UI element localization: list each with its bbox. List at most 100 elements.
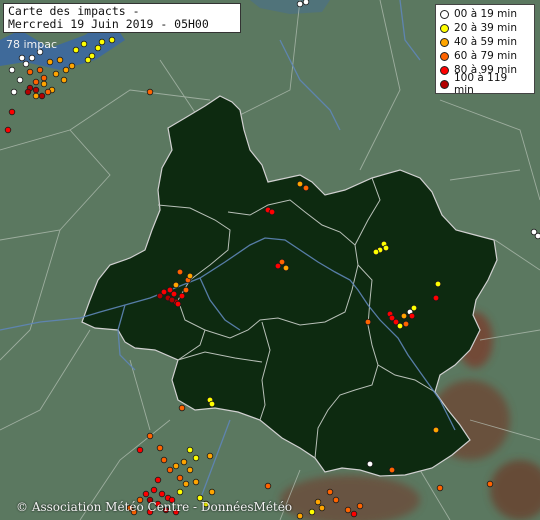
lightning-strike-dot bbox=[178, 292, 186, 300]
legend-item: 40 à 59 min bbox=[440, 35, 530, 49]
lightning-strike-dot bbox=[186, 466, 194, 474]
legend-dot-icon bbox=[440, 65, 449, 75]
lightning-strike-dot bbox=[156, 292, 164, 300]
lightning-strike-dot bbox=[32, 92, 40, 100]
lightning-strike-dot bbox=[156, 444, 164, 452]
legend-item: 100 à 119 min bbox=[440, 72, 530, 96]
lightning-strike-dot bbox=[344, 506, 352, 514]
lightning-strike-dot bbox=[186, 272, 194, 280]
lightning-strike-dot bbox=[308, 508, 316, 516]
lightning-strike-dot bbox=[264, 482, 272, 490]
lightning-strike-dot bbox=[32, 86, 40, 94]
lightning-strike-dot bbox=[46, 58, 54, 66]
lightning-strike-dot bbox=[176, 268, 184, 276]
credit-text: © Association Météo Centre - DonnéesMété… bbox=[16, 500, 293, 514]
lightning-strike-dot bbox=[28, 54, 36, 62]
lightning-strike-dot bbox=[40, 74, 48, 82]
lightning-strike-dot bbox=[296, 512, 304, 520]
lightning-strike-dot bbox=[274, 262, 282, 270]
lightning-strike-dot bbox=[382, 244, 390, 252]
lightning-strike-dot bbox=[80, 40, 88, 48]
legend-label: 20 à 39 min bbox=[454, 22, 517, 34]
lightning-strike-dot bbox=[158, 490, 166, 498]
lightning-strike-dot bbox=[98, 38, 106, 46]
lightning-strike-dot bbox=[38, 92, 46, 100]
lightning-strike-dot bbox=[44, 88, 52, 96]
lightning-strike-dot bbox=[32, 78, 40, 86]
lightning-strike-dot bbox=[8, 108, 16, 116]
lightning-strike-dot bbox=[4, 126, 12, 134]
lightning-strike-dot bbox=[60, 76, 68, 84]
lightning-strike-dot bbox=[396, 322, 404, 330]
lightning-strike-dot bbox=[68, 62, 76, 70]
lightning-strike-dot bbox=[296, 180, 304, 188]
lightning-strike-dot bbox=[400, 312, 408, 320]
lightning-strike-dot bbox=[192, 454, 200, 462]
legend-dot-icon bbox=[440, 23, 449, 33]
legend: 00 à 19 min 20 à 39 min 40 à 59 min 60 à… bbox=[435, 4, 535, 96]
lightning-strike-dot bbox=[154, 476, 162, 484]
lightning-strike-dot bbox=[318, 504, 326, 512]
lightning-strike-dot bbox=[26, 68, 34, 76]
lightning-strike-dot bbox=[52, 70, 60, 78]
lightning-strike-dot bbox=[24, 88, 32, 96]
legend-label: 100 à 119 min bbox=[454, 72, 508, 96]
lightning-strike-dot bbox=[364, 318, 372, 326]
lightning-strike-dot bbox=[410, 304, 418, 312]
lightning-strike-dot bbox=[282, 264, 290, 272]
lightning-strike-dot bbox=[168, 296, 176, 304]
lightning-strike-dot bbox=[176, 488, 184, 496]
lightning-strike-dot bbox=[180, 458, 188, 466]
lightning-strike-dot bbox=[314, 498, 322, 506]
lightning-strike-dot bbox=[8, 66, 16, 74]
lightning-strike-dot bbox=[108, 36, 116, 44]
lightning-strike-dot bbox=[174, 300, 182, 308]
lightning-strike-dot bbox=[534, 232, 540, 240]
lightning-strike-dot bbox=[10, 88, 18, 96]
lightning-strike-dot bbox=[332, 496, 340, 504]
lightning-strike-dot bbox=[172, 281, 180, 289]
lightning-strike-dot bbox=[436, 484, 444, 492]
lightning-strike-dot bbox=[166, 466, 174, 474]
legend-label: 00 à 19 min bbox=[454, 8, 517, 20]
legend-item: 20 à 39 min bbox=[440, 21, 530, 35]
lightning-strike-dot bbox=[178, 404, 186, 412]
lightning-strike-dot bbox=[350, 510, 358, 518]
lightning-strike-dot bbox=[72, 46, 80, 54]
lightning-strike-dot bbox=[302, 0, 310, 6]
lightning-strike-dot bbox=[326, 488, 334, 496]
lightning-strike-dot bbox=[372, 248, 380, 256]
lightning-strike-dot bbox=[22, 60, 30, 68]
lightning-strike-dot bbox=[84, 56, 92, 64]
lightning-strike-dot bbox=[432, 294, 440, 302]
lightning-strike-dot bbox=[146, 88, 154, 96]
lightning-strike-dot bbox=[356, 502, 364, 510]
lightning-strike-dot bbox=[40, 80, 48, 88]
lightning-strike-dot bbox=[182, 480, 190, 488]
lightning-strike-dot bbox=[36, 66, 44, 74]
legend-dot-icon bbox=[440, 37, 449, 47]
lightning-strike-dot bbox=[388, 466, 396, 474]
legend-item: 00 à 19 min bbox=[440, 7, 530, 21]
lightning-strike-dot bbox=[176, 474, 184, 482]
lightning-strike-dot bbox=[434, 280, 442, 288]
lightning-strike-dot bbox=[208, 400, 216, 408]
lightning-strike-dot bbox=[94, 44, 102, 52]
lightning-strike-dot bbox=[150, 486, 158, 494]
lightning-strike-dot bbox=[402, 320, 410, 328]
lightning-strike-dot bbox=[182, 286, 190, 294]
lightning-strike-dot bbox=[170, 290, 178, 298]
map-title-box: Carte des impacts - Mercredi 19 Juin 201… bbox=[3, 3, 241, 33]
legend-dot-icon bbox=[440, 9, 449, 19]
lightning-strike-dot bbox=[186, 446, 194, 454]
lightning-strike-dot bbox=[56, 56, 64, 64]
legend-dot-icon bbox=[440, 51, 449, 61]
lightning-strike-dot bbox=[366, 460, 374, 468]
lightning-strike-dot bbox=[486, 480, 494, 488]
legend-item: 60 à 79 min bbox=[440, 49, 530, 63]
lightning-strike-dot bbox=[206, 452, 214, 460]
lightning-strike-dot bbox=[136, 446, 144, 454]
impact-count-label: 78 impac bbox=[6, 38, 58, 51]
lightning-strike-dot bbox=[18, 54, 26, 62]
lightning-strike-dot bbox=[16, 76, 24, 84]
